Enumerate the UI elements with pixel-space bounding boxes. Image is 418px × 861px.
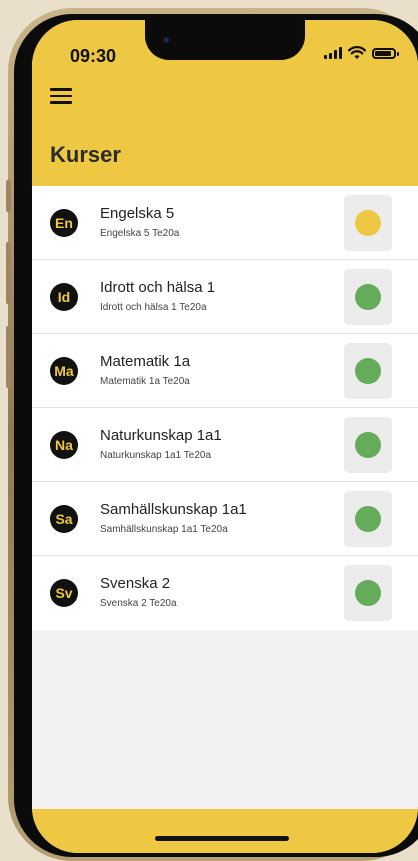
wifi-icon: [348, 46, 366, 59]
status-tile[interactable]: [344, 565, 392, 621]
status-tile[interactable]: [344, 343, 392, 399]
course-row[interactable]: Id Idrott och hälsa 1 Idrott och hälsa 1 T…: [32, 260, 418, 334]
home-indicator[interactable]: [155, 836, 289, 841]
app-screen: 09:30 Kurser En Engelska 5 Engelska 5 Te20…: [32, 20, 418, 853]
status-indicator-icon: [355, 284, 381, 310]
course-name: Engelska 5: [100, 205, 175, 222]
app-footer: [32, 809, 418, 853]
course-badge: Sa: [50, 505, 78, 533]
course-group: Samhällskunskap 1a1 Te20a: [100, 524, 228, 535]
course-badge: Na: [50, 431, 78, 459]
camera-icon: [163, 37, 169, 43]
status-tile[interactable]: [344, 195, 392, 251]
course-group: Svenska 2 Te20a: [100, 598, 177, 609]
notch: [145, 20, 305, 60]
status-indicator-icon: [355, 358, 381, 384]
course-row[interactable]: En Engelska 5 Engelska 5 Te20a: [32, 186, 418, 260]
course-name: Svenska 2: [100, 575, 171, 592]
signal-icon: [324, 47, 342, 59]
course-list: En Engelska 5 Engelska 5 Te20a Id Idrott och…: [32, 186, 418, 630]
course-group: Engelska 5 Te20a: [100, 228, 180, 239]
course-row[interactable]: Sv Svenska 2 Svenska 2 Te20a: [32, 556, 418, 630]
course-row[interactable]: Sa Samhällskunskap 1a1 Samhällskunskap 1a1…: [32, 482, 418, 556]
status-indicator-icon: [355, 432, 381, 458]
hamburger-menu-icon[interactable]: [50, 88, 72, 106]
course-name: Samhällskunskap 1a1: [100, 501, 247, 518]
course-badge: Id: [50, 283, 78, 311]
battery-icon: [372, 47, 399, 59]
course-name: Idrott och hälsa 1: [100, 279, 216, 296]
app-header: 09:30 Kurser: [32, 20, 418, 186]
status-indicator-icon: [355, 506, 381, 532]
course-row[interactable]: Na Naturkunskap 1a1 Naturkunskap 1a1 Te20a: [32, 408, 418, 482]
course-name: Matematik 1a: [100, 353, 191, 370]
status-time: 09:30: [70, 46, 117, 66]
course-group: Matematik 1a Te20a: [100, 376, 190, 387]
silent-switch: [6, 180, 11, 212]
status-tile[interactable]: [344, 491, 392, 547]
status-tile[interactable]: [344, 417, 392, 473]
course-group: Naturkunskap 1a1 Te20a: [100, 450, 212, 461]
course-name: Naturkunskap 1a1: [100, 427, 222, 444]
volume-up-button: [6, 242, 11, 304]
status-icons: [324, 46, 399, 60]
course-group: Idrott och hälsa 1 Te20a: [100, 302, 207, 313]
course-row[interactable]: Ma Matematik 1a Matematik 1a Te20a: [32, 334, 418, 408]
status-tile[interactable]: [344, 269, 392, 325]
course-badge: En: [50, 209, 78, 237]
page-title: Kurser: [50, 142, 121, 167]
volume-down-button: [6, 326, 11, 388]
status-indicator-icon: [355, 580, 381, 606]
course-badge: Ma: [50, 357, 78, 385]
status-indicator-icon: [355, 210, 381, 236]
course-badge: Sv: [50, 579, 78, 607]
